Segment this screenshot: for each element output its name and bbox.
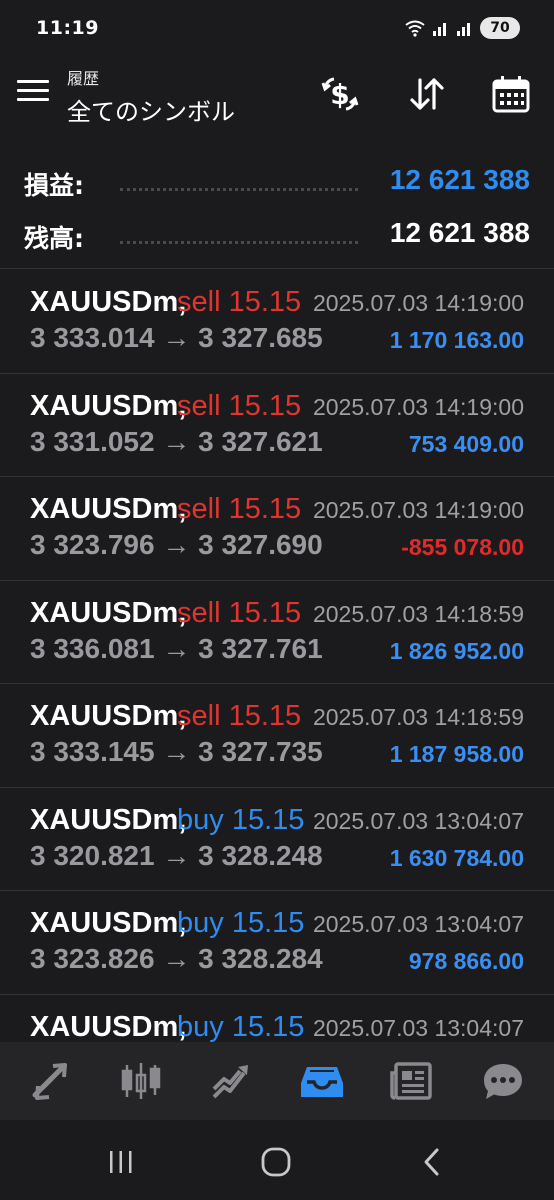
trade-prices: 3 331.052 → 3 327.621 (30, 425, 323, 457)
nav-chart[interactable] (111, 1051, 171, 1111)
profit-label: 損益: (24, 171, 84, 200)
back-chevron-icon (424, 1148, 439, 1176)
signal-icon (433, 23, 446, 36)
quotes-arrows-icon (32, 1063, 68, 1100)
nav-news[interactable] (382, 1051, 442, 1111)
trade-row[interactable]: XAUUSDm, buy 15.15 2025.07.03 13:04:07 3… (0, 891, 554, 995)
trade-time: 2025.07.03 14:19:00 (312, 290, 524, 316)
status-bar: 11:19 70 (0, 0, 554, 56)
app-header: 履歴 全てのシンボル $ (0, 56, 554, 136)
trade-prices: 3 336.081 → 3 327.761 (30, 632, 323, 664)
trade-row[interactable]: XAUUSDm, buy 15.15 2025.07.03 13:04:07 3… (0, 788, 554, 891)
trade-symbol: XAUUSDm, (30, 803, 187, 836)
trade-symbol: XAUUSDm, (30, 389, 187, 422)
candlestick-chart-icon (122, 1063, 161, 1099)
menu-button[interactable] (17, 80, 49, 106)
trade-symbol: XAUUSDm, (30, 286, 187, 318)
sort-arrows-icon (410, 78, 444, 110)
trade-time: 2025.07.03 14:18:59 (312, 704, 524, 730)
trade-time: 2025.07.03 14:19:00 (312, 393, 524, 420)
news-icon (390, 1062, 433, 1100)
wifi-icon (405, 20, 425, 37)
trade-prices: 3 320.821 → 3 328.248 (30, 839, 323, 871)
svg-text:$: $ (330, 78, 349, 111)
dotted-leader (120, 241, 358, 244)
sort-button[interactable] (405, 72, 449, 116)
recent-apps-icon (110, 1151, 132, 1173)
trade-time: 2025.07.03 14:18:59 (312, 600, 524, 627)
trade-profit: 978 866.00 (408, 948, 524, 974)
trade-side: sell 15.15 (177, 596, 302, 629)
hamburger-icon (17, 80, 49, 83)
trade-time: 2025.07.03 13:04:07 (312, 807, 524, 834)
balance-row: 残高: 12 621 388 (0, 207, 554, 259)
trade-side: sell 15.15 (177, 286, 302, 318)
deposit-filter-button[interactable]: $ (318, 72, 362, 116)
trade-time: 2025.07.03 13:04:07 (312, 1014, 524, 1041)
trade-row[interactable]: XAUUSDm, sell 15.15 2025.07.03 14:18:59 … (0, 581, 554, 684)
system-navigation-bar (0, 1120, 554, 1200)
trade-prices: 3 323.796 → 3 327.690 (30, 529, 323, 560)
profit-value: 12 621 388 (389, 164, 530, 195)
trade-symbol: XAUUSDm, (30, 700, 187, 732)
trade-symbol: XAUUSDm, (30, 596, 187, 629)
trade-symbol: XAUUSDm, (30, 1010, 187, 1043)
bottom-navigation (0, 1042, 554, 1120)
trade-symbol: XAUUSDm, (30, 493, 187, 525)
trade-side: buy 15.15 (177, 803, 305, 836)
trade-prices: 3 333.014 → 3 327.685 (30, 322, 323, 353)
status-icons: 70 (404, 15, 520, 41)
profit-row: 損益: 12 621 388 (0, 154, 554, 206)
back-button[interactable] (402, 1140, 462, 1184)
trade-history-list[interactable]: XAUUSDm, sell 15.15 2025.07.03 14:19:00 … (0, 270, 554, 1042)
divider (0, 268, 554, 269)
trade-side: sell 15.15 (177, 700, 302, 732)
trade-profit: 1 170 163.00 (389, 327, 524, 353)
trade-prices: 3 333.145 → 3 327.735 (30, 736, 323, 767)
nav-chat[interactable] (473, 1051, 533, 1111)
trade-profit: 753 409.00 (408, 430, 524, 457)
signal-icon-2 (457, 23, 470, 36)
page-subtitle: 履歴 (67, 69, 100, 88)
page-title[interactable]: 全てのシンボル (67, 92, 235, 127)
trade-row[interactable]: XAUUSDm, sell 15.15 2025.07.03 14:19:00 … (0, 374, 554, 477)
calendar-button[interactable] (489, 72, 533, 116)
battery-indicator: 70 (480, 17, 520, 39)
nav-quotes[interactable] (21, 1051, 81, 1111)
trade-side: buy 15.15 (177, 1010, 305, 1043)
balance-label: 残高: (24, 224, 84, 253)
trade-time: 2025.07.03 14:19:00 (312, 497, 524, 523)
trade-side: buy 15.15 (177, 907, 305, 939)
recent-apps-button[interactable] (91, 1140, 151, 1184)
trade-row[interactable]: XAUUSDm, buy 15.15 2025.07.03 13:04:07 (0, 995, 554, 1043)
trade-profit: 1 187 958.00 (389, 741, 524, 767)
trade-profit: 1 826 952.00 (389, 637, 524, 664)
nav-trade[interactable] (202, 1051, 262, 1111)
trade-prices: 3 323.826 → 3 328.284 (30, 943, 323, 974)
summary-panel: 損益: 12 621 388 残高: 12 621 388 (0, 150, 554, 268)
trade-row[interactable]: XAUUSDm, sell 15.15 2025.07.03 14:18:59 … (0, 684, 554, 788)
chat-icon (483, 1064, 522, 1099)
trade-row[interactable]: XAUUSDm, sell 15.15 2025.07.03 14:19:00 … (0, 270, 554, 374)
dollar-exchange-icon: $ (321, 77, 359, 111)
balance-value: 12 621 388 (389, 217, 530, 248)
history-inbox-icon (301, 1067, 344, 1097)
battery-level: 70 (490, 20, 510, 36)
trade-symbol: XAUUSDm, (30, 907, 187, 939)
nav-history[interactable] (292, 1051, 352, 1111)
trade-side: sell 15.15 (177, 493, 302, 525)
status-time: 11:19 (36, 17, 99, 39)
trade-profit: 1 630 784.00 (389, 844, 524, 871)
trade-time: 2025.07.03 13:04:07 (312, 911, 524, 937)
trade-side: sell 15.15 (177, 389, 302, 422)
trade-chart-icon (212, 1065, 248, 1099)
home-icon (261, 1147, 291, 1177)
dotted-leader (120, 188, 358, 191)
home-button[interactable] (246, 1140, 306, 1184)
calendar-icon (492, 76, 530, 113)
trade-profit: -855 078.00 (401, 534, 524, 560)
trade-row[interactable]: XAUUSDm, sell 15.15 2025.07.03 14:19:00 … (0, 477, 554, 581)
